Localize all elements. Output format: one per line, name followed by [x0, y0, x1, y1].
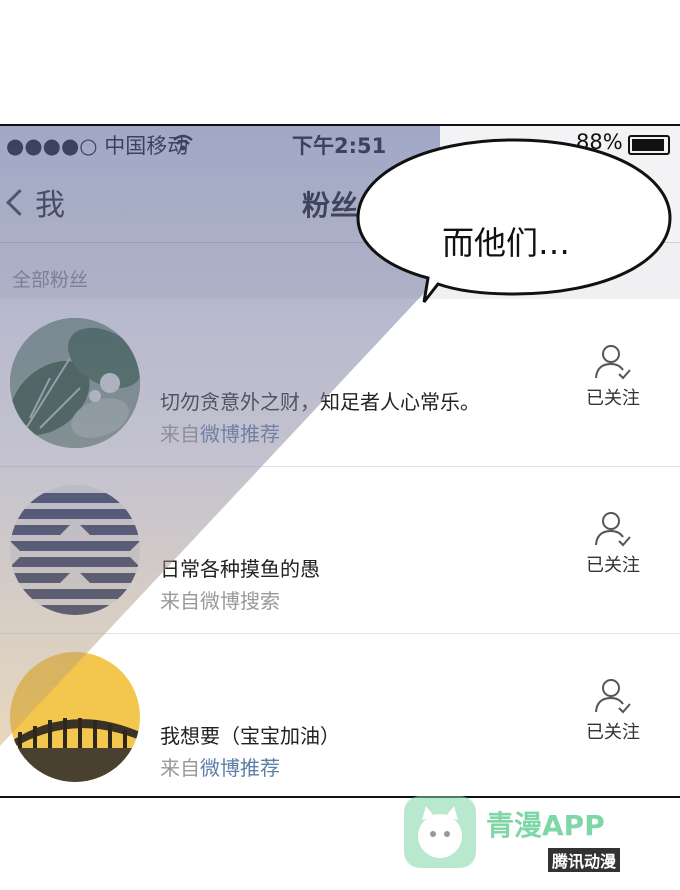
- list-item[interactable]: 切勿贪意外之财，知足者人心常乐。 来自微博推荐 已关注: [0, 300, 680, 467]
- list-item[interactable]: 日常各种摸鱼的愚 来自微博搜索 已关注: [0, 467, 680, 634]
- follower-name: 我想要（宝宝加油）: [160, 724, 340, 748]
- source-prefix: 来自: [160, 422, 200, 446]
- source-link[interactable]: 微博推荐: [200, 756, 280, 780]
- follower-name: 切勿贪意外之财，知足者人心常乐。: [160, 390, 480, 414]
- section-header-label: 全部粉丝: [12, 269, 89, 291]
- avatar: [10, 318, 140, 448]
- carrier-label: ●●●●○ 中国移动: [6, 134, 189, 158]
- source-prefix: 来自: [160, 589, 200, 613]
- user-check-icon: [595, 512, 631, 547]
- follow-status-button[interactable]: 已关注: [578, 509, 648, 577]
- follow-label: 已关注: [586, 722, 640, 743]
- source-link[interactable]: 微博搜索: [200, 589, 280, 613]
- watermark-sub: 腾讯动漫: [548, 848, 621, 872]
- avatar: [10, 652, 140, 782]
- wifi-icon: [173, 134, 193, 151]
- follow-status-button[interactable]: 已关注: [578, 342, 648, 410]
- follower-source: 来自微博推荐: [160, 752, 280, 781]
- list-item[interactable]: 我想要（宝宝加油） 来自微博推荐 已关注: [0, 634, 680, 796]
- back-button[interactable]: 我: [6, 180, 65, 224]
- chevron-left-icon: [6, 189, 33, 216]
- user-check-icon: [595, 345, 631, 380]
- source-link[interactable]: 微博推荐: [200, 422, 280, 446]
- page-title: 粉丝: [302, 189, 359, 222]
- back-label: 我: [35, 188, 65, 223]
- user-check-icon: [595, 679, 631, 714]
- follower-name: 日常各种摸鱼的愚: [160, 557, 320, 581]
- follower-source: 来自微博搜索: [160, 585, 280, 614]
- follow-label: 已关注: [586, 388, 640, 409]
- avatar: [10, 485, 140, 615]
- follower-source: 来自微博推荐: [160, 418, 280, 447]
- follow-label: 已关注: [586, 555, 640, 576]
- follow-status-button[interactable]: 已关注: [578, 676, 648, 744]
- watermark-brand: 青漫APP: [486, 809, 605, 842]
- source-prefix: 来自: [160, 756, 200, 780]
- speech-bubble-text: 而他们…: [442, 224, 571, 262]
